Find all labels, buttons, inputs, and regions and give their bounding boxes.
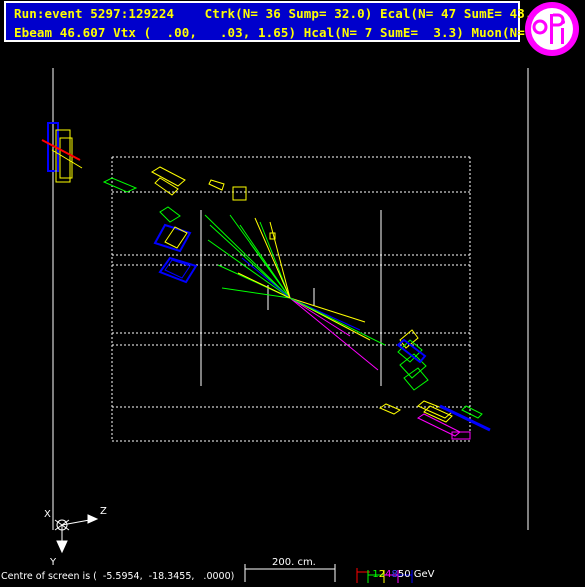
axis-label-z: Z: [100, 506, 107, 517]
ecal-clusters-lower: [378, 329, 491, 440]
scale-label: 200. cm.: [272, 557, 316, 568]
energy-legend-unit: GeV: [410, 569, 435, 580]
charged-tracks: [204, 214, 386, 371]
endcap-hits-left: [41, 122, 83, 183]
energy-legend: 124850 GeV: [366, 558, 435, 580]
centre-of-screen-label: Centre of screen is ( -5.5954, -18.3455,…: [1, 571, 235, 582]
energy-legend-digit-50: 50: [397, 569, 411, 580]
axis-label-x: X: [44, 509, 51, 520]
axis-label-y: Y: [50, 557, 57, 568]
event-display[interactable]: [0, 0, 585, 587]
axis-indicator: [54, 514, 99, 554]
